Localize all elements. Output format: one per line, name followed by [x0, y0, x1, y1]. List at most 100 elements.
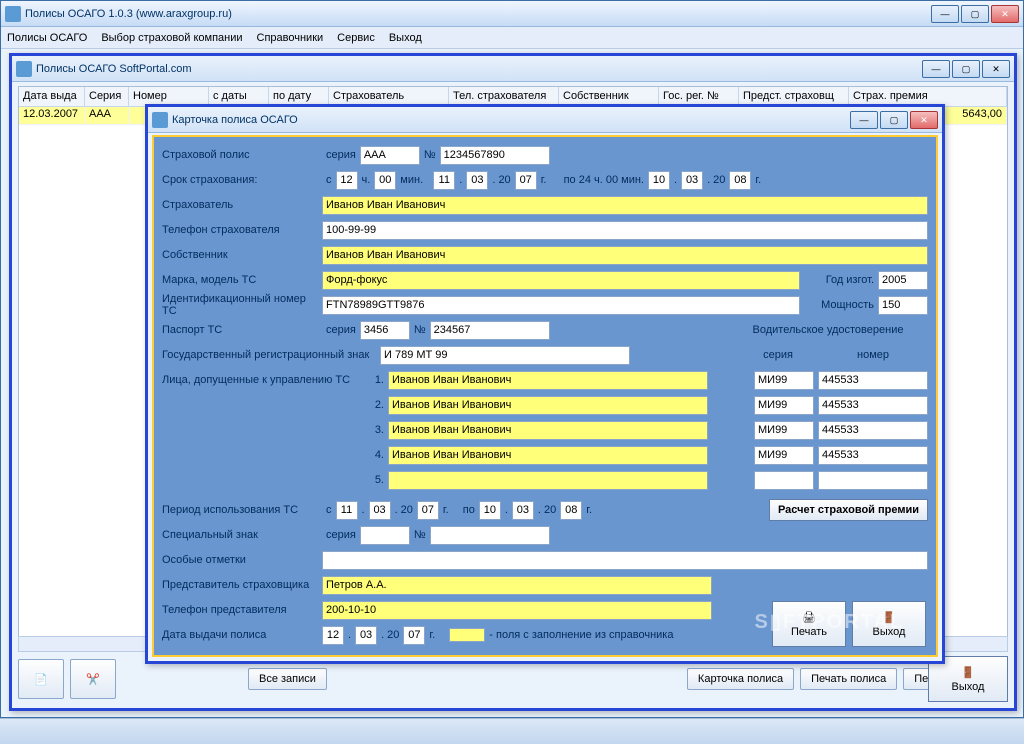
phone-field[interactable] [322, 221, 928, 240]
to-day[interactable] [648, 171, 670, 190]
label-repphone: Телефон представителя [162, 604, 322, 616]
card-button[interactable]: Карточка полиса [687, 668, 794, 690]
dialog-titlebar: Карточка полиса ОСАГО — ▢ ✕ [148, 107, 942, 133]
maximize-button[interactable]: ▢ [961, 5, 989, 23]
label-notes: Особые отметки [162, 554, 322, 566]
driver5-name[interactable] [388, 471, 708, 490]
driver4-number[interactable] [818, 446, 928, 465]
driver3-number[interactable] [818, 421, 928, 440]
power-field[interactable] [878, 296, 928, 315]
owner-field[interactable] [322, 246, 928, 265]
main-titlebar: Полисы ОСАГО 1.0.3 (www.araxgroup.ru) — … [1, 1, 1023, 27]
menu-service[interactable]: Сервис [337, 32, 375, 44]
label-special: Специальный знак [162, 529, 322, 541]
legend-swatch [449, 628, 485, 642]
taskbar[interactable] [0, 718, 1024, 744]
all-records-button[interactable]: Все записи [248, 668, 327, 690]
app-icon [16, 61, 32, 77]
policy-card-dialog: Карточка полиса ОСАГО — ▢ ✕ Страховой по… [145, 104, 945, 664]
series-field[interactable] [360, 146, 420, 165]
main-title: Полисы ОСАГО 1.0.3 (www.araxgroup.ru) [25, 8, 931, 20]
to-year[interactable] [729, 171, 751, 190]
menu-policies[interactable]: Полисы ОСАГО [7, 32, 87, 44]
label-rep: Представитель страховщика [162, 579, 322, 591]
minimize-button[interactable]: — [931, 5, 959, 23]
driver1-series[interactable] [754, 371, 814, 390]
menu-company[interactable]: Выбор страховой компании [101, 32, 242, 44]
label-passport: Паспорт ТС [162, 324, 322, 336]
vin-field[interactable] [322, 296, 800, 315]
col-series[interactable]: Серия [85, 87, 129, 106]
driver2-number[interactable] [818, 396, 928, 415]
p-to-year[interactable] [560, 501, 582, 520]
label-term: Срок страхования: [162, 174, 322, 186]
p-from-day[interactable] [336, 501, 358, 520]
app-icon [5, 6, 21, 22]
driver5-series[interactable] [754, 471, 814, 490]
app-icon [152, 112, 168, 128]
dialog-title: Карточка полиса ОСАГО [172, 114, 850, 126]
number-field[interactable] [440, 146, 550, 165]
menu-refs[interactable]: Справочники [257, 32, 324, 44]
notes-field[interactable] [322, 551, 928, 570]
minimize-button[interactable]: — [850, 111, 878, 129]
from-day[interactable] [433, 171, 455, 190]
legend-text: - поля с заполнение из справочника [489, 629, 673, 641]
p-to-day[interactable] [479, 501, 501, 520]
label-reg: Государственный регистрационный знак [162, 349, 380, 361]
p-to-month[interactable] [512, 501, 534, 520]
new-button[interactable]: 📄 [18, 659, 64, 699]
dialog-body: Страховой полис серия № Срок страхования… [152, 135, 938, 657]
close-button[interactable]: ✕ [991, 5, 1019, 23]
print-policy-button[interactable]: Печать полиса [800, 668, 897, 690]
driver3-name[interactable] [388, 421, 708, 440]
label-vin: Идентификационный номер ТС [162, 293, 322, 317]
insured-field[interactable] [322, 196, 928, 215]
passport-series[interactable] [360, 321, 410, 340]
p-from-month[interactable] [369, 501, 391, 520]
driver5-number[interactable] [818, 471, 928, 490]
special-series[interactable] [360, 526, 410, 545]
close-button[interactable]: ✕ [982, 60, 1010, 78]
passport-number[interactable] [430, 321, 550, 340]
label-drivers: Лица, допущенные к управлению ТС [162, 374, 368, 386]
exit-button[interactable]: 🚪 Выход [852, 601, 926, 647]
menu-exit[interactable]: Выход [389, 32, 422, 44]
printer-icon: 🖨 [802, 611, 816, 624]
maximize-button[interactable]: ▢ [880, 111, 908, 129]
mdi-titlebar: Полисы ОСАГО SoftPortal.com — ▢ ✕ [12, 56, 1014, 82]
exit-icon: 🚪 [882, 611, 896, 624]
p-from-year[interactable] [417, 501, 439, 520]
exit-icon: 🚪 [961, 666, 975, 679]
driver4-name[interactable] [388, 446, 708, 465]
rep-field[interactable] [322, 576, 712, 595]
driver4-series[interactable] [754, 446, 814, 465]
issue-day[interactable] [322, 626, 344, 645]
delete-button[interactable]: ✂️ [70, 659, 116, 699]
driver3-series[interactable] [754, 421, 814, 440]
label-model: Марка, модель ТС [162, 274, 322, 286]
from-month[interactable] [466, 171, 488, 190]
label-owner: Собственник [162, 249, 322, 261]
calc-premium-button[interactable]: Расчет страховой премии [769, 499, 928, 521]
driver1-name[interactable] [388, 371, 708, 390]
from-hour[interactable] [336, 171, 358, 190]
reg-field[interactable] [380, 346, 630, 365]
close-button[interactable]: ✕ [910, 111, 938, 129]
repphone-field[interactable] [322, 601, 712, 620]
issue-year[interactable] [403, 626, 425, 645]
minimize-button[interactable]: — [922, 60, 950, 78]
col-date[interactable]: Дата выда [19, 87, 85, 106]
special-number[interactable] [430, 526, 550, 545]
issue-month[interactable] [355, 626, 377, 645]
to-month[interactable] [681, 171, 703, 190]
maximize-button[interactable]: ▢ [952, 60, 980, 78]
year-field[interactable] [878, 271, 928, 290]
print-button[interactable]: 🖨 Печать [772, 601, 846, 647]
model-field[interactable] [322, 271, 800, 290]
from-year[interactable] [515, 171, 537, 190]
driver2-series[interactable] [754, 396, 814, 415]
driver2-name[interactable] [388, 396, 708, 415]
from-min[interactable] [374, 171, 396, 190]
driver1-number[interactable] [818, 371, 928, 390]
